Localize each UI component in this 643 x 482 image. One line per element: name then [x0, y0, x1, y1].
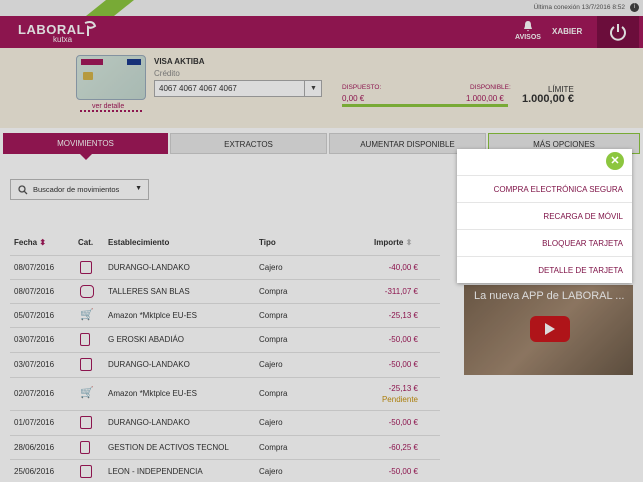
menu-item-recarga-movil[interactable]: RECARGA DE MÓVIL [457, 202, 632, 229]
close-icon[interactable]: ✕ [606, 152, 624, 170]
menu-item-detalle-tarjeta[interactable]: DETALLE DE TARJETA [457, 256, 632, 283]
menu-item-compra-segura[interactable]: COMPRA ELECTRÓNICA SEGURA [457, 175, 632, 202]
menu-item-bloquear-tarjeta[interactable]: BLOQUEAR TARJETA [457, 229, 632, 256]
